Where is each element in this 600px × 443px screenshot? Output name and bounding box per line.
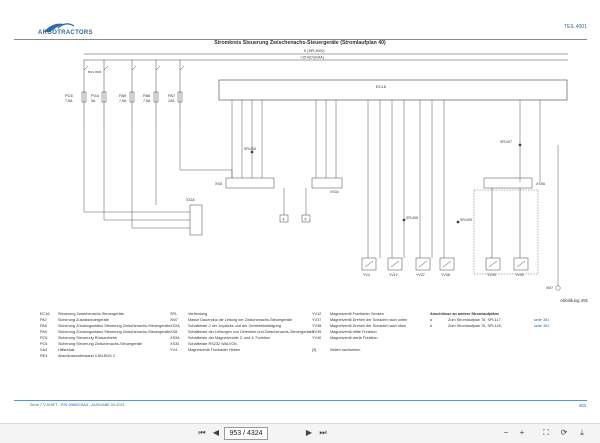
connector-xs9a: XS9A [536, 182, 546, 186]
ecu-pins [231, 100, 541, 258]
connector-xs8: XS8 [215, 182, 222, 186]
document-page: ARGOTRACTORS TEIL 4001 Stromkreis Steuer… [0, 0, 600, 423]
svg-text:7,5A: 7,5A [143, 99, 151, 103]
bus-top-label: K (SPL3000) [304, 49, 325, 53]
download-icon[interactable]: ⤓ [576, 427, 588, 439]
last-page-button[interactable]: ⏭ [317, 427, 329, 439]
svg-text:PA6: PA6 [143, 93, 151, 98]
svg-text:PC6: PC6 [65, 93, 74, 98]
valve-yv37: YV37 [416, 273, 425, 277]
pdf-viewer-toolbar: ⏮ ◀ 953 / 4324 ▶ ⏭ − + ⛶ ⟳ ⤓ [0, 423, 600, 443]
fuse-pa6: PA6 7,5A [143, 60, 159, 126]
figure-label: Abbildung 491 [560, 298, 589, 303]
valve-yv4: YV4 [363, 273, 370, 277]
wiring-diagram: K (SPL3000) +15 KEY(KAA) PC6 7,5A PG4 5A… [65, 49, 568, 291]
rotate-icon[interactable]: ⟳ [558, 427, 570, 439]
bus-bottom-label: +15 KEY(KAA) [300, 56, 324, 60]
svg-text:5A: 5A [91, 99, 96, 103]
ecu-box [218, 79, 568, 101]
ecu-label: EC16 [376, 84, 387, 89]
valve-yv39: YV39 [487, 273, 496, 277]
valve-yv12: YV12 [389, 273, 398, 277]
prev-page-button[interactable]: ◀ [210, 427, 222, 439]
legend-link-b[interactable]: seite 361 [534, 324, 549, 328]
ground-4: 4 [283, 218, 285, 222]
svg-text:PA7: PA7 [168, 93, 176, 98]
footer-divider [14, 400, 587, 401]
svg-text:10A: 10A [168, 99, 175, 103]
valve-yv38: YV38 [441, 273, 450, 277]
fuse-pa7: PA7 10A [168, 60, 183, 126]
fit-page-icon[interactable]: ⛶ [540, 427, 552, 439]
svg-text:7,5A: 7,5A [65, 99, 73, 103]
fuse-group: PC6 7,5A PG4 5A PA9 7,5A PA6 7,5A PA7 10… [65, 60, 185, 126]
page-number-input[interactable]: 953 / 4324 [224, 427, 268, 440]
zoom-out-button[interactable]: − [500, 427, 512, 439]
first-page-button[interactable]: ⏮ [196, 427, 208, 439]
next-page-button[interactable]: ▶ [303, 427, 315, 439]
zoom-in-button[interactable]: + [516, 427, 528, 439]
ground-5: 5 [305, 218, 307, 222]
connector-xs34: XS34 [330, 190, 339, 194]
splice-spl006: SPL006 [244, 147, 256, 151]
ground-xm7: XM7 [546, 286, 553, 290]
splice-spl009: SPL009 [460, 218, 472, 222]
svg-text:PG4: PG4 [91, 93, 100, 98]
fuse-pc6: PC6 7,5A [65, 60, 87, 126]
connector-x32a: X32A [186, 198, 195, 202]
relay-label: BUS RMF [88, 70, 102, 74]
legend-link-a[interactable]: seite 361 [534, 318, 549, 322]
splice-spl008: SPL008 [406, 216, 418, 220]
footer-page-number: 403 [578, 403, 586, 408]
splice-spl007: SPL007 [500, 140, 512, 144]
svg-text:PA9: PA9 [119, 93, 127, 98]
svg-text:7,5A: 7,5A [119, 99, 127, 103]
valve-yv40: YV40 [515, 273, 524, 277]
footer-edition: Serie 7 V-SHIFT - P/N 998607AA3 - AUSGAB… [30, 403, 125, 407]
fuse-pa9: PA9 7,5A [119, 60, 135, 126]
